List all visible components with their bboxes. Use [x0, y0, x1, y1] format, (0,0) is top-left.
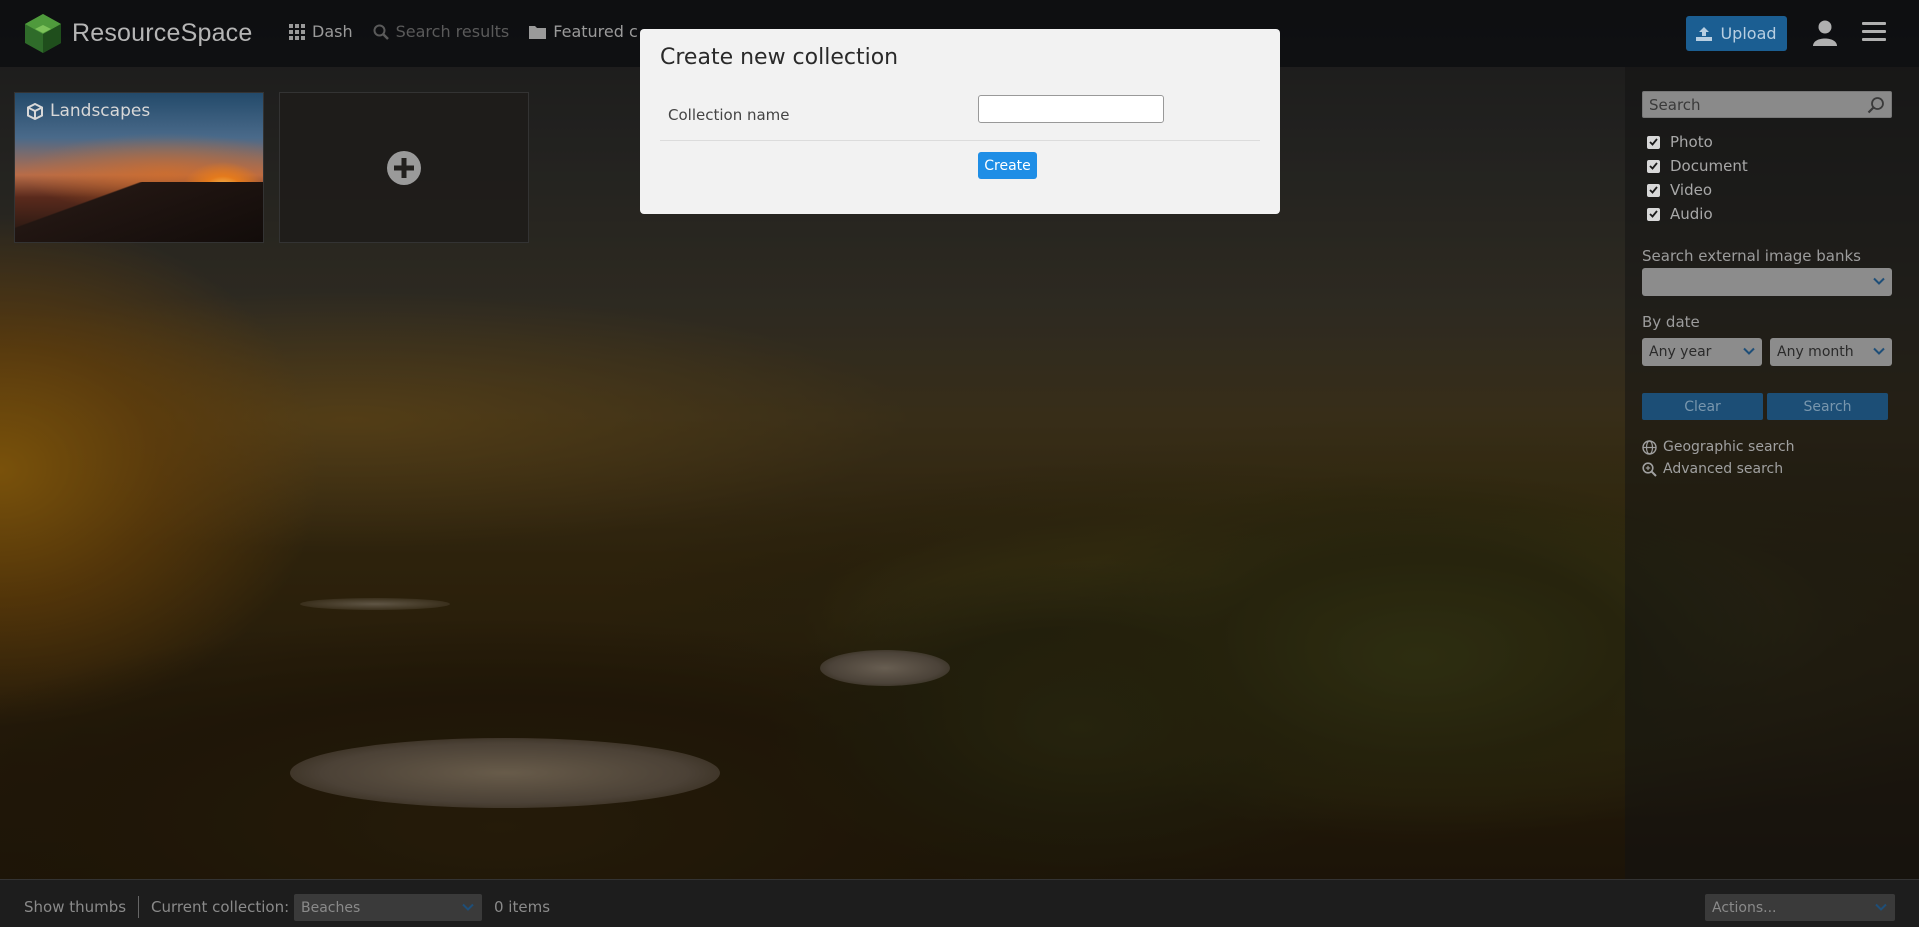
search-icon[interactable]	[1867, 96, 1885, 114]
collection-tile-landscapes[interactable]: Landscapes	[14, 92, 264, 243]
collection-bar: Show thumbs Current collection: Beaches …	[0, 879, 1919, 927]
type-label-video: Video	[1670, 181, 1713, 199]
modal-title: Create new collection	[660, 45, 899, 70]
search-sidebar: Search Photo Document Video Audio Search…	[1625, 67, 1919, 879]
checkbox-document[interactable]	[1647, 159, 1660, 173]
by-date-label: By date	[1642, 313, 1700, 331]
nav-featured-label: Featured c	[553, 22, 638, 41]
current-collection-select[interactable]: Beaches	[294, 894, 482, 921]
type-filter-photo[interactable]: Photo	[1647, 133, 1713, 151]
show-thumbs-link[interactable]: Show thumbs	[24, 898, 126, 916]
actions-select[interactable]: Actions...	[1705, 894, 1895, 921]
item-count: 0 items	[494, 898, 551, 916]
create-collection-modal: Create new collection Collection name Cr…	[640, 29, 1280, 214]
current-collection-value: Beaches	[301, 900, 361, 916]
type-label-photo: Photo	[1670, 133, 1713, 151]
chevron-down-icon	[1743, 347, 1755, 355]
user-icon[interactable]	[1813, 20, 1837, 46]
year-select[interactable]: Any year	[1642, 338, 1762, 366]
type-filter-video[interactable]: Video	[1647, 181, 1712, 199]
brand-name: ResourceSpace	[72, 18, 253, 47]
external-banks-select[interactable]	[1642, 268, 1892, 296]
clear-button[interactable]: Clear	[1642, 393, 1763, 420]
chevron-down-icon	[1873, 277, 1885, 285]
advanced-search-label: Advanced search	[1663, 461, 1784, 477]
collection-name-label: Collection name	[668, 106, 790, 124]
year-value: Any year	[1649, 344, 1712, 360]
type-label-audio: Audio	[1670, 205, 1713, 223]
nav-dash-label: Dash	[312, 22, 353, 41]
geographic-search-label: Geographic search	[1663, 439, 1795, 455]
geographic-search-link[interactable]: Geographic search	[1642, 439, 1795, 455]
search-icon	[373, 24, 389, 40]
month-select[interactable]: Any month	[1770, 338, 1892, 366]
collection-name-input[interactable]	[978, 95, 1164, 123]
collection-title: Landscapes	[27, 101, 150, 121]
advanced-search-link[interactable]: Advanced search	[1642, 461, 1783, 477]
upload-icon	[1696, 26, 1713, 41]
divider	[138, 896, 139, 918]
actions-value: Actions...	[1712, 900, 1777, 916]
type-label-document: Document	[1670, 157, 1748, 175]
nav-dash[interactable]: Dash	[289, 22, 353, 41]
logo-icon	[25, 14, 61, 53]
type-filter-audio[interactable]: Audio	[1647, 205, 1713, 223]
checkbox-audio[interactable]	[1647, 207, 1660, 221]
folder-icon	[529, 25, 547, 39]
sidebar-search-input[interactable]: Search	[1642, 91, 1892, 118]
checkbox-video[interactable]	[1647, 183, 1660, 197]
nav-featured-collections[interactable]: Featured c	[529, 22, 638, 41]
nav-search-results-label: Search results	[395, 22, 510, 41]
tile-thumbnail-image	[15, 182, 263, 242]
chevron-down-icon	[1875, 903, 1887, 911]
globe-icon	[1642, 439, 1657, 455]
current-collection-label: Current collection:	[151, 898, 290, 916]
month-value: Any month	[1777, 344, 1854, 360]
hamburger-menu-icon[interactable]	[1862, 22, 1886, 42]
chevron-down-icon	[1873, 347, 1885, 355]
cube-icon	[27, 102, 43, 120]
chevron-down-icon	[462, 903, 474, 911]
checkbox-photo[interactable]	[1647, 135, 1660, 149]
grid-icon	[289, 23, 305, 40]
create-button[interactable]: Create	[978, 152, 1037, 179]
upload-button[interactable]: Upload	[1686, 16, 1787, 51]
nav-search-results[interactable]: Search results	[373, 22, 510, 41]
plus-circle-icon	[387, 150, 421, 185]
add-collection-tile[interactable]	[279, 92, 529, 243]
collection-title-text: Landscapes	[50, 101, 151, 121]
external-banks-label: Search external image banks	[1642, 247, 1862, 265]
type-filter-document[interactable]: Document	[1647, 157, 1748, 175]
logo[interactable]: ResourceSpace	[24, 13, 252, 53]
main-nav: Dash Search results Featured c	[289, 22, 658, 41]
search-placeholder: Search	[1649, 96, 1701, 114]
upload-label: Upload	[1720, 24, 1777, 43]
zoom-search-icon	[1642, 461, 1657, 477]
search-button[interactable]: Search	[1767, 393, 1888, 420]
collection-name-row: Collection name	[660, 93, 1260, 141]
